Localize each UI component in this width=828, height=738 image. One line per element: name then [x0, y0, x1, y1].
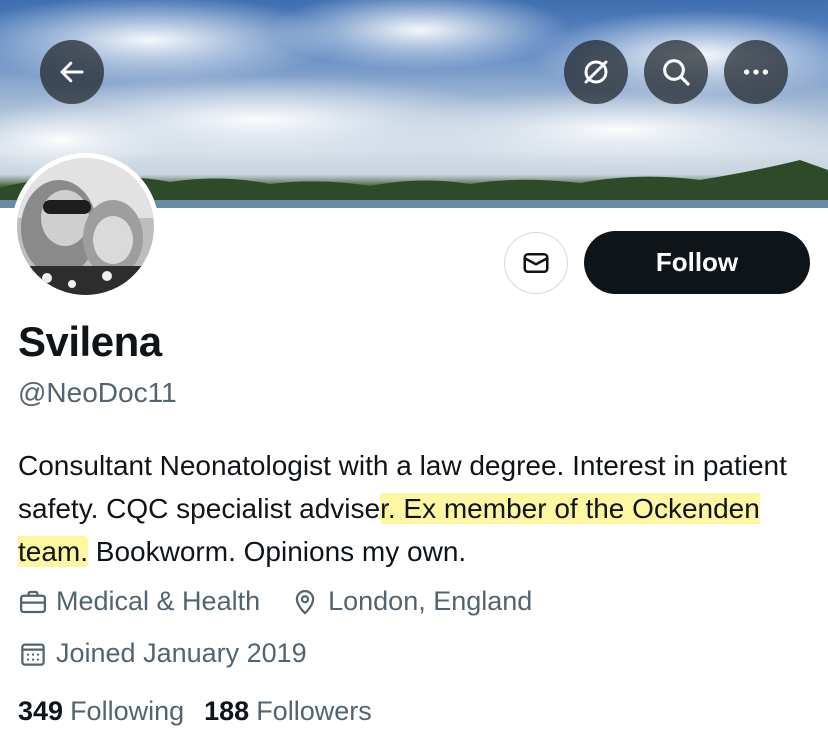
bio-text-end: Bookworm. Opinions my own.: [88, 536, 467, 567]
location-item: London, England: [290, 586, 532, 617]
avatar-photo: [17, 158, 154, 295]
more-dots-icon: [744, 69, 768, 75]
following-link[interactable]: Following: [70, 696, 184, 727]
user-handle: @NeoDoc11: [18, 377, 177, 408]
more-button[interactable]: [724, 40, 788, 104]
message-button[interactable]: [504, 232, 568, 294]
envelope-icon: [523, 253, 549, 273]
translate-button[interactable]: [564, 40, 628, 104]
follow-stats: 349 Following 188 Followers: [18, 696, 392, 727]
location-pin-icon: [295, 589, 315, 614]
search-button[interactable]: [644, 40, 708, 104]
search-icon: [663, 59, 690, 86]
calendar-icon: [21, 643, 45, 666]
display-name: Svilena: [18, 318, 162, 365]
joined-label: Joined January 2019: [56, 638, 307, 668]
slashed-circle-icon: [584, 60, 608, 84]
category-label: Medical & Health: [56, 586, 261, 616]
joined-item: Joined January 2019: [18, 638, 307, 669]
category-item: Medical & Health: [18, 586, 260, 617]
following-count[interactable]: 349: [18, 696, 63, 727]
back-button[interactable]: [40, 40, 104, 104]
follow-button[interactable]: Follow: [584, 231, 810, 294]
joined-row: Joined January 2019: [18, 638, 307, 669]
location-label: London, England: [328, 586, 533, 616]
profile-meta-row: Medical & Health London, England: [18, 586, 532, 617]
profile-avatar[interactable]: [12, 153, 159, 300]
arrow-left-icon: [60, 61, 84, 83]
followers-count[interactable]: 188: [204, 696, 249, 727]
followers-link[interactable]: Followers: [256, 696, 372, 727]
profile-bio: Consultant Neonatologist with a law degr…: [18, 444, 818, 573]
briefcase-icon: [20, 590, 46, 613]
